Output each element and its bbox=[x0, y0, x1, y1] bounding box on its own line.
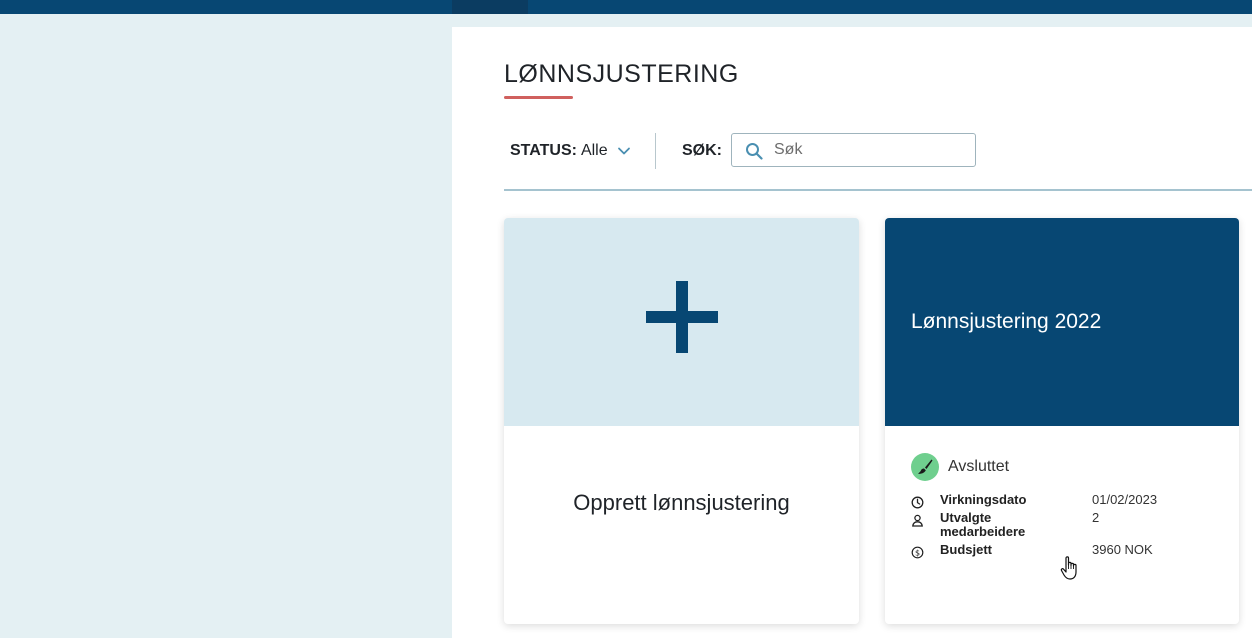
title-underline bbox=[504, 96, 573, 99]
detail-label: Virkningsdato bbox=[940, 492, 1027, 507]
search-box[interactable] bbox=[731, 133, 976, 167]
detail-row-budget: $ Budsjett 3960 NOK bbox=[911, 543, 1221, 561]
person-icon bbox=[912, 514, 923, 527]
status-filter-value: Alle bbox=[580, 142, 608, 159]
plus-icon bbox=[646, 281, 718, 353]
adjustment-card-title: Lønnsjustering 2022 bbox=[911, 310, 1102, 333]
page-title: LØNNSJUSTERING bbox=[504, 60, 739, 88]
adjustment-status-text: Avsluttet bbox=[948, 458, 1010, 475]
adjustment-details: Virkningsdato 01/02/2023 Utvalgte medarb… bbox=[911, 493, 1221, 561]
adjustment-status: Avsluttet bbox=[911, 452, 1009, 482]
detail-row-selected-employees: Utvalgte medarbeidere 2 bbox=[911, 511, 1221, 543]
detail-value: 01/02/2023 bbox=[1092, 492, 1158, 507]
detail-label: Utvalgte medarbeidere bbox=[940, 510, 1026, 539]
clock-icon bbox=[911, 496, 924, 509]
search-icon bbox=[746, 143, 763, 160]
top-navigation-active-tab[interactable] bbox=[452, 0, 528, 14]
svg-text:$: $ bbox=[915, 548, 920, 557]
top-navigation-bar bbox=[0, 0, 1252, 14]
status-filter-label: STATUS: bbox=[510, 142, 577, 159]
detail-value: 3960 NOK bbox=[1092, 542, 1153, 557]
chevron-down-icon bbox=[617, 147, 630, 155]
salary-adjustment-card[interactable]: Lønnsjustering 2022 Avsluttet Virkningsd… bbox=[885, 218, 1239, 624]
create-adjustment-card[interactable]: Opprett lønnsjustering bbox=[504, 218, 859, 624]
coin-icon: $ bbox=[911, 546, 924, 559]
filter-divider bbox=[655, 133, 656, 169]
status-filter-dropdown[interactable]: STATUS: Alle bbox=[510, 140, 631, 162]
filter-separator-line bbox=[504, 189, 1252, 191]
detail-label: Budsjett bbox=[940, 542, 992, 557]
adjustment-card-header: Lønnsjustering 2022 bbox=[885, 218, 1239, 426]
create-card-header bbox=[504, 218, 859, 426]
brush-icon bbox=[911, 453, 939, 481]
detail-row-effective-date: Virkningsdato 01/02/2023 bbox=[911, 493, 1221, 511]
search-input[interactable] bbox=[774, 135, 969, 165]
detail-value: 2 bbox=[1092, 510, 1100, 525]
create-adjustment-label: Opprett lønnsjustering bbox=[573, 490, 790, 515]
search-label: SØK: bbox=[682, 142, 722, 159]
